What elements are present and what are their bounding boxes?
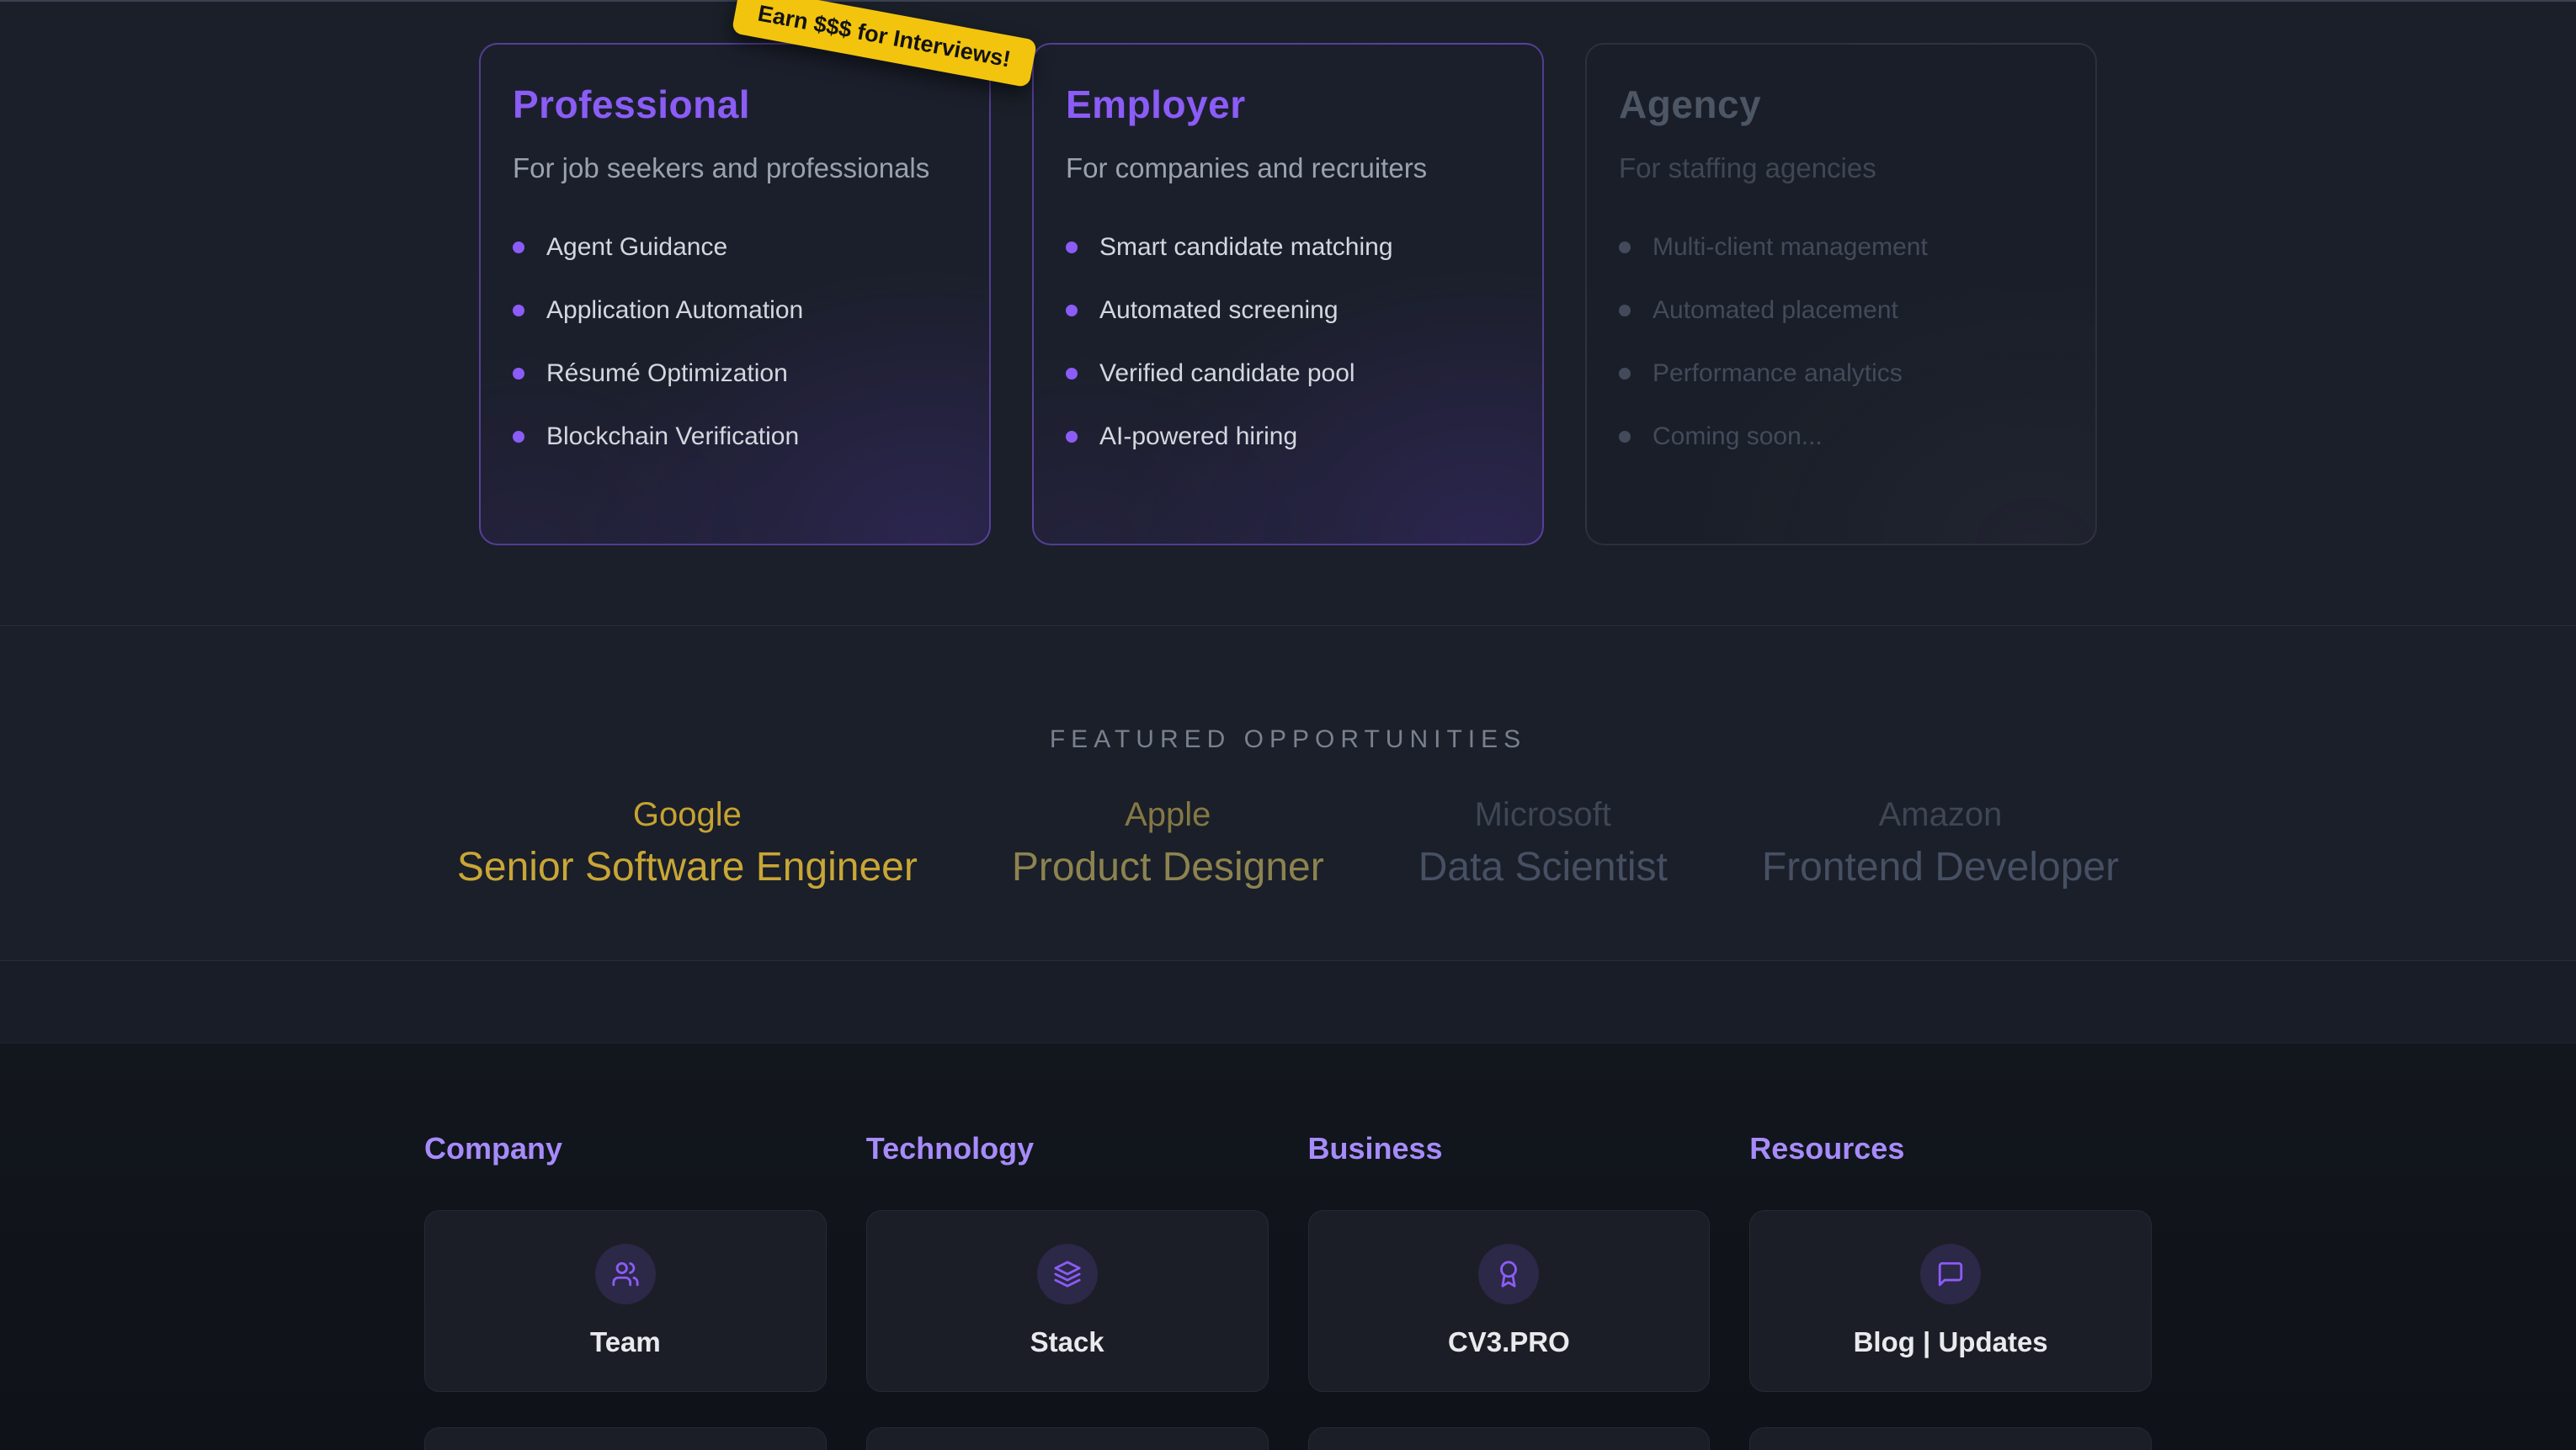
footer-card-label: CV3.PRO bbox=[1448, 1326, 1570, 1358]
plan-feature: Coming soon... bbox=[1619, 422, 2063, 451]
job-title: Senior Software Engineer bbox=[457, 844, 918, 890]
plan-card-professional[interactable]: Earn $$$ for Interviews! Professional Fo… bbox=[479, 43, 991, 545]
featured-job-google[interactable]: Google Senior Software Engineer bbox=[457, 796, 918, 890]
bullet-dot-icon bbox=[1619, 242, 1631, 253]
plan-feature-label: Automated screening bbox=[1099, 296, 1339, 325]
plan-title: Professional bbox=[513, 82, 957, 127]
plan-title: Agency bbox=[1619, 82, 2063, 127]
bullet-dot-icon bbox=[1066, 368, 1078, 380]
plan-feature: Blockchain Verification bbox=[513, 422, 957, 451]
plan-feature: Automated screening bbox=[1066, 296, 1510, 325]
plans-row: Earn $$$ for Interviews! Professional Fo… bbox=[0, 2, 2576, 545]
plan-feature: Automated placement bbox=[1619, 296, 2063, 325]
plan-feature-label: Agent Guidance bbox=[546, 233, 727, 262]
plan-feature-list: Agent Guidance Application Automation Ré… bbox=[513, 233, 957, 451]
job-company: Apple bbox=[1125, 796, 1211, 834]
plan-feature: Smart candidate matching bbox=[1066, 233, 1510, 262]
footer-card-team[interactable]: Team bbox=[424, 1210, 827, 1392]
job-title: Data Scientist bbox=[1418, 844, 1668, 890]
plan-subtitle: For companies and recruiters bbox=[1066, 152, 1510, 184]
featured-job-microsoft[interactable]: Microsoft Data Scientist bbox=[1418, 796, 1668, 890]
plan-feature-label: Application Automation bbox=[546, 296, 803, 325]
plan-feature: Agent Guidance bbox=[513, 233, 957, 262]
plan-feature-label: Résumé Optimization bbox=[546, 359, 788, 388]
footer-card-partial[interactable] bbox=[1308, 1427, 1711, 1450]
bullet-dot-icon bbox=[1066, 431, 1078, 443]
plan-feature-list: Multi-client management Automated placem… bbox=[1619, 233, 2063, 451]
footer-card-label: Team bbox=[590, 1326, 661, 1358]
award-icon bbox=[1478, 1244, 1539, 1304]
bullet-dot-icon bbox=[513, 431, 524, 443]
plan-feature: AI-powered hiring bbox=[1066, 422, 1510, 451]
footer-card-blog[interactable]: Blog | Updates bbox=[1749, 1210, 2152, 1392]
job-company: Google bbox=[633, 796, 742, 834]
job-company: Microsoft bbox=[1475, 796, 1611, 834]
footer-heading-business: Business bbox=[1308, 1131, 1711, 1175]
plan-feature-list: Smart candidate matching Automated scree… bbox=[1066, 233, 1510, 451]
featured-job-apple[interactable]: Apple Product Designer bbox=[1012, 796, 1324, 890]
footer-heading-resources: Resources bbox=[1749, 1131, 2152, 1175]
earn-badge: Earn $$$ for Interviews! bbox=[732, 0, 1037, 88]
bullet-dot-icon bbox=[513, 368, 524, 380]
plan-feature-label: Multi-client management bbox=[1653, 233, 1928, 262]
plan-feature: Application Automation bbox=[513, 296, 957, 325]
footer-card-partial[interactable] bbox=[424, 1427, 827, 1450]
bullet-dot-icon bbox=[1066, 305, 1078, 316]
footer-card-label: Blog | Updates bbox=[1854, 1326, 2048, 1358]
featured-jobs-carousel: Google Senior Software Engineer Apple Pr… bbox=[0, 796, 2576, 890]
speech-bubble-icon bbox=[1920, 1244, 1981, 1304]
footer-heading-technology: Technology bbox=[866, 1131, 1269, 1175]
bullet-dot-icon bbox=[513, 242, 524, 253]
plan-feature-label: Blockchain Verification bbox=[546, 422, 799, 451]
plans-section: Earn $$$ for Interviews! Professional Fo… bbox=[0, 0, 2576, 626]
plan-feature-label: Performance analytics bbox=[1653, 359, 1903, 388]
section-spacer bbox=[0, 961, 2576, 1044]
bullet-dot-icon bbox=[1066, 242, 1078, 253]
plan-feature: Résumé Optimization bbox=[513, 359, 957, 388]
plan-feature-label: Smart candidate matching bbox=[1099, 233, 1393, 262]
featured-job-amazon[interactable]: Amazon Frontend Developer bbox=[1762, 796, 2119, 890]
users-icon bbox=[595, 1244, 656, 1304]
plan-card-employer[interactable]: Employer For companies and recruiters Sm… bbox=[1032, 43, 1544, 545]
plan-card-agency: Agency For staffing agencies Multi-clien… bbox=[1585, 43, 2097, 545]
bullet-dot-icon bbox=[1619, 368, 1631, 380]
job-title: Frontend Developer bbox=[1762, 844, 2119, 890]
featured-heading: FEATURED OPPORTUNITIES bbox=[0, 626, 2576, 754]
plan-feature-label: Verified candidate pool bbox=[1099, 359, 1355, 388]
footer-card-partial[interactable] bbox=[1749, 1427, 2152, 1450]
featured-opportunities-section: FEATURED OPPORTUNITIES Google Senior Sof… bbox=[0, 626, 2576, 961]
plan-subtitle: For staffing agencies bbox=[1619, 152, 2063, 184]
job-company: Amazon bbox=[1879, 796, 2003, 834]
plan-title: Employer bbox=[1066, 82, 1510, 127]
job-title: Product Designer bbox=[1012, 844, 1324, 890]
footer-section: Company Technology Business Resources Te… bbox=[0, 1044, 2576, 1450]
footer-heading-company: Company bbox=[424, 1131, 827, 1175]
bullet-dot-icon bbox=[1619, 431, 1631, 443]
bullet-dot-icon bbox=[513, 305, 524, 316]
plan-feature: Verified candidate pool bbox=[1066, 359, 1510, 388]
footer-card-label: Stack bbox=[1030, 1326, 1104, 1358]
plan-feature-label: Coming soon... bbox=[1653, 422, 1823, 451]
plan-feature-label: AI-powered hiring bbox=[1099, 422, 1297, 451]
plan-subtitle: For job seekers and professionals bbox=[513, 152, 957, 184]
footer-card-stack[interactable]: Stack bbox=[866, 1210, 1269, 1392]
layers-icon bbox=[1037, 1244, 1098, 1304]
bullet-dot-icon bbox=[1619, 305, 1631, 316]
plan-feature: Performance analytics bbox=[1619, 359, 2063, 388]
plan-feature-label: Automated placement bbox=[1653, 296, 1898, 325]
plan-feature: Multi-client management bbox=[1619, 233, 2063, 262]
footer-grid: Company Technology Business Resources Te… bbox=[424, 1131, 2152, 1450]
footer-card-partial[interactable] bbox=[866, 1427, 1269, 1450]
landing-page: Earn $$$ for Interviews! Professional Fo… bbox=[0, 0, 2576, 1450]
footer-card-cv3pro[interactable]: CV3.PRO bbox=[1308, 1210, 1711, 1392]
